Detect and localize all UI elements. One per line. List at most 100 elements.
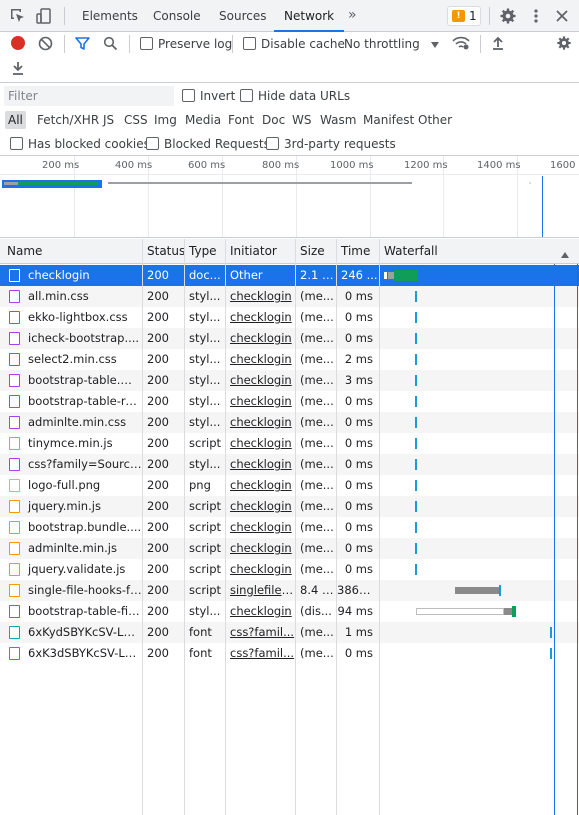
column-header-initiator[interactable]: Initiator	[226, 239, 277, 264]
network-overview-timeline[interactable]: 200 ms 400 ms 600 ms 800 ms 1000 ms 1200…	[0, 156, 579, 238]
column-divider[interactable]	[336, 239, 337, 815]
table-row[interactable]: checklogin 200 doc... Other 2.1 kB 246 ...	[0, 265, 579, 286]
has-blocked-cookies-checkbox[interactable]	[10, 137, 23, 150]
hide-data-urls-checkbox[interactable]	[240, 89, 253, 102]
search-icon[interactable]	[103, 36, 118, 54]
waterfall-bar	[415, 522, 417, 533]
type-filter-ws[interactable]: WS	[289, 111, 314, 129]
column-header-type[interactable]: Type	[185, 239, 217, 264]
type-filter-fetch-xhr[interactable]: Fetch/XHR	[34, 111, 102, 129]
table-row[interactable]: select2.min.css 200 styl... checklogin (me..…	[0, 349, 579, 370]
table-row[interactable]: bootstrap.bundle.... 200 script checklogin (…	[0, 517, 579, 538]
column-divider[interactable]	[225, 239, 226, 815]
table-row[interactable]: bootstrap-table-fix... 200 styl... checklog…	[0, 601, 579, 622]
type-filter-wasm[interactable]: Wasm	[317, 111, 359, 129]
type-filter-doc[interactable]: Doc	[259, 111, 288, 129]
cell-status: 200	[147, 310, 169, 324]
column-header-waterfall[interactable]: Waterfall	[380, 239, 438, 264]
column-divider[interactable]	[142, 239, 143, 815]
waterfall-bar	[415, 543, 417, 554]
cell-initiator[interactable]: checklogin	[226, 391, 295, 412]
column-divider[interactable]	[295, 239, 296, 815]
cell-initiator[interactable]: checklogin	[226, 328, 295, 349]
filter-input[interactable]	[4, 86, 174, 106]
settings-gear-icon[interactable]	[499, 7, 517, 25]
table-row[interactable]: logo-full.png 200 png checklogin (me... 0 ms	[0, 475, 579, 496]
column-divider[interactable]	[184, 239, 185, 815]
type-filter-js[interactable]: JS	[100, 111, 117, 129]
cell-initiator[interactable]: checklogin	[226, 496, 295, 517]
dropdown-arrow-icon[interactable]	[430, 38, 440, 52]
import-har-icon[interactable]	[491, 36, 505, 53]
tab-network[interactable]: Network	[274, 0, 345, 32]
table-row[interactable]: tinymce.min.js 200 script checklogin (me... 0…	[0, 433, 579, 454]
type-filter-css[interactable]: CSS	[121, 111, 151, 129]
cell-initiator[interactable]: checklogin	[226, 370, 295, 391]
type-filter-font[interactable]: Font	[225, 111, 257, 129]
filter-funnel-icon[interactable]	[75, 36, 90, 54]
third-party-requests-checkbox[interactable]	[266, 137, 279, 150]
disable-cache-checkbox[interactable]	[243, 37, 256, 50]
issues-counter-button[interactable]: ! 1	[447, 6, 481, 26]
tab-elements[interactable]: Elements	[82, 0, 138, 31]
cell-initiator: Other	[230, 268, 263, 282]
type-filter-other[interactable]: Other	[415, 111, 455, 129]
table-row[interactable]: icheck-bootstrap.... 200 styl... checklogin…	[0, 328, 579, 349]
cell-initiator[interactable]: checklogin	[226, 538, 295, 559]
font-icon	[9, 647, 20, 660]
close-devtools-icon[interactable]	[553, 7, 571, 25]
table-row[interactable]: all.min.css 200 styl... checklogin (me... 0 m…	[0, 286, 579, 307]
cell-initiator[interactable]: css?famil...	[226, 643, 295, 664]
type-filter-img[interactable]: Img	[151, 111, 180, 129]
cell-size: (me...	[300, 289, 334, 303]
column-header-status[interactable]: Status	[143, 239, 185, 264]
table-row[interactable]: adminlte.min.js 200 script checklogin (me...…	[0, 538, 579, 559]
device-toolbar-icon[interactable]	[35, 7, 53, 25]
cell-initiator[interactable]: singlefile....	[226, 580, 295, 601]
invert-checkbox[interactable]	[182, 89, 195, 102]
more-tabs-button[interactable]: »	[348, 0, 357, 30]
column-header-size[interactable]: Size	[296, 239, 325, 264]
network-settings-gear-icon[interactable]	[556, 35, 572, 54]
tab-sources[interactable]: Sources	[219, 0, 266, 31]
cell-initiator[interactable]: checklogin	[226, 412, 295, 433]
cell-time: 0 ms	[344, 646, 373, 660]
table-row[interactable]: jquery.validate.js 200 script checklogin (me…	[0, 559, 579, 580]
table-row[interactable]: bootstrap-table.mi... 200 styl... checklogi…	[0, 370, 579, 391]
table-row[interactable]: 6xK3dSBYKcSV-LC... 200 font css?famil... (me…	[0, 643, 579, 664]
table-row[interactable]: css?family=Source... 200 styl... checklogin…	[0, 454, 579, 475]
column-header-name[interactable]: Name	[3, 239, 42, 264]
cell-initiator[interactable]: checklogin	[226, 349, 295, 370]
column-divider[interactable]	[379, 239, 380, 815]
preserve-log-checkbox[interactable]	[140, 37, 153, 50]
table-row[interactable]: jquery.min.js 200 script checklogin (me... 0 …	[0, 496, 579, 517]
throttling-select[interactable]: No throttling	[344, 36, 420, 52]
more-options-icon[interactable]	[527, 7, 545, 25]
table-row[interactable]: ekko-lightbox.css 200 styl... checklogin (me…	[0, 307, 579, 328]
column-header-time[interactable]: Time	[337, 239, 370, 264]
network-conditions-icon[interactable]	[452, 35, 470, 54]
cell-initiator[interactable]: checklogin	[226, 559, 295, 580]
table-row[interactable]: adminlte.min.css 200 styl... checklogin (me.…	[0, 412, 579, 433]
sort-ascending-icon[interactable]	[560, 248, 570, 262]
clear-icon[interactable]	[38, 36, 53, 54]
export-har-icon[interactable]	[11, 61, 25, 78]
cell-initiator[interactable]: css?famil...	[226, 622, 295, 643]
cell-initiator[interactable]: checklogin	[226, 454, 295, 475]
cell-initiator[interactable]: checklogin	[226, 601, 295, 622]
table-row[interactable]: single-file-hooks-fr... 200 script singlefi…	[0, 580, 579, 601]
type-filter-all[interactable]: All	[5, 111, 26, 129]
table-row[interactable]: bootstrap-table-re... 200 styl... checklogi…	[0, 391, 579, 412]
cell-initiator[interactable]: checklogin	[226, 307, 295, 328]
blocked-requests-checkbox[interactable]	[146, 137, 159, 150]
cell-initiator[interactable]: checklogin	[226, 517, 295, 538]
record-icon[interactable]	[11, 36, 25, 50]
cell-initiator[interactable]: checklogin	[226, 286, 295, 307]
inspect-element-icon[interactable]	[9, 7, 27, 25]
tab-console[interactable]: Console	[153, 0, 201, 31]
type-filter-manifest[interactable]: Manifest	[360, 111, 417, 129]
table-row[interactable]: 6xKydSBYKcSV-LC... 200 font css?famil... (me…	[0, 622, 579, 643]
cell-initiator[interactable]: checklogin	[226, 433, 295, 454]
type-filter-media[interactable]: Media	[182, 111, 224, 129]
cell-initiator[interactable]: checklogin	[226, 475, 295, 496]
